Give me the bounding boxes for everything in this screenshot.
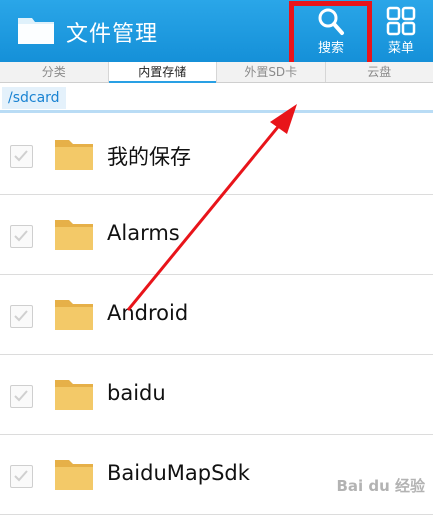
tab-cloud[interactable]: 云盘 <box>326 62 433 82</box>
file-list: 我的保存 Alarms Android baidu <box>0 115 433 515</box>
list-item[interactable]: 我的保存 <box>0 115 433 195</box>
folder-icon <box>54 216 94 252</box>
app-header: 文件管理 搜索 菜单 <box>0 0 433 62</box>
folder-name: Alarms <box>107 221 180 245</box>
folder-icon <box>54 456 94 492</box>
folder-name: Android <box>107 301 188 325</box>
folder-name: BaiduMapSdk <box>107 461 250 485</box>
checkmark-icon <box>13 469 29 483</box>
list-item[interactable]: Android <box>0 275 433 355</box>
tab-internal-storage[interactable]: 内置存储 <box>109 62 218 82</box>
breadcrumb: /sdcard <box>0 83 433 113</box>
folder-app-icon <box>16 12 56 46</box>
folder-name: 我的保存 <box>107 141 191 171</box>
checkmark-icon <box>13 149 29 163</box>
folder-icon <box>54 296 94 332</box>
list-item[interactable]: baidu <box>0 355 433 435</box>
search-label: 搜索 <box>288 37 374 56</box>
menu-label: 菜单 <box>376 37 426 56</box>
search-button[interactable]: 搜索 <box>288 0 374 62</box>
tab-external-sd[interactable]: 外置SD卡 <box>217 62 326 82</box>
item-checkbox[interactable] <box>10 225 33 248</box>
checkmark-icon <box>13 389 29 403</box>
storage-tabs: 分类 内置存储 外置SD卡 云盘 <box>0 62 433 83</box>
folder-icon <box>54 376 94 412</box>
folder-icon <box>54 136 94 172</box>
checkmark-icon <box>13 229 29 243</box>
checkmark-icon <box>13 309 29 323</box>
search-icon <box>315 6 347 36</box>
breadcrumb-path[interactable]: /sdcard <box>2 87 66 109</box>
item-checkbox[interactable] <box>10 305 33 328</box>
app-title: 文件管理 <box>66 16 158 48</box>
folder-name: baidu <box>107 381 166 405</box>
item-checkbox[interactable] <box>10 385 33 408</box>
list-item[interactable]: Alarms <box>0 195 433 275</box>
item-checkbox[interactable] <box>10 145 33 168</box>
menu-grid-icon <box>386 6 416 36</box>
item-checkbox[interactable] <box>10 465 33 488</box>
tab-category[interactable]: 分类 <box>0 62 109 82</box>
watermark: Bai du 经验 <box>336 475 425 496</box>
menu-button[interactable]: 菜单 <box>376 0 426 62</box>
